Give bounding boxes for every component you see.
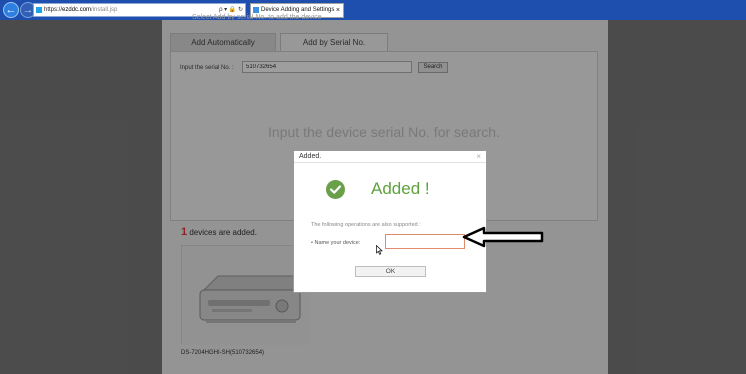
dialog-subtitle: The following operations are also suppor… <box>311 222 421 228</box>
check-circle-icon <box>326 180 345 199</box>
ok-button[interactable]: OK <box>355 266 426 277</box>
forward-arrow-icon: → <box>22 4 34 16</box>
dialog-title: Added ! <box>371 179 430 198</box>
url-prefix: https:// <box>44 7 63 13</box>
name-device-label: • Name your device: <box>311 240 360 246</box>
back-arrow-icon: ← <box>5 4 17 16</box>
dialog-header: Added. × <box>294 151 486 163</box>
dialog-header-title: Added. <box>299 153 322 160</box>
bullet-icon: • <box>311 240 313 246</box>
close-icon[interactable]: × <box>476 151 481 163</box>
tab-favicon-icon <box>253 7 259 13</box>
mouse-pointer-icon <box>376 242 383 260</box>
back-button[interactable]: ← <box>3 2 19 18</box>
url-domain: ezddc.com <box>62 7 92 13</box>
tab-close-icon[interactable]: × <box>336 4 340 17</box>
name-device-text: Name your device: <box>314 240 361 246</box>
arrow-left-icon <box>462 226 546 253</box>
url-path: /install.jsp <box>91 7 118 13</box>
tab-title: Device Adding and Settings <box>261 7 335 13</box>
browser-toolbar: ← → https://ezddc.com/install.jsp ρ ▾ 🔒 … <box>0 0 746 20</box>
device-name-input[interactable] <box>385 234 465 249</box>
added-dialog: Added. × Added ! The following operation… <box>293 150 487 293</box>
site-favicon-icon <box>36 7 42 13</box>
